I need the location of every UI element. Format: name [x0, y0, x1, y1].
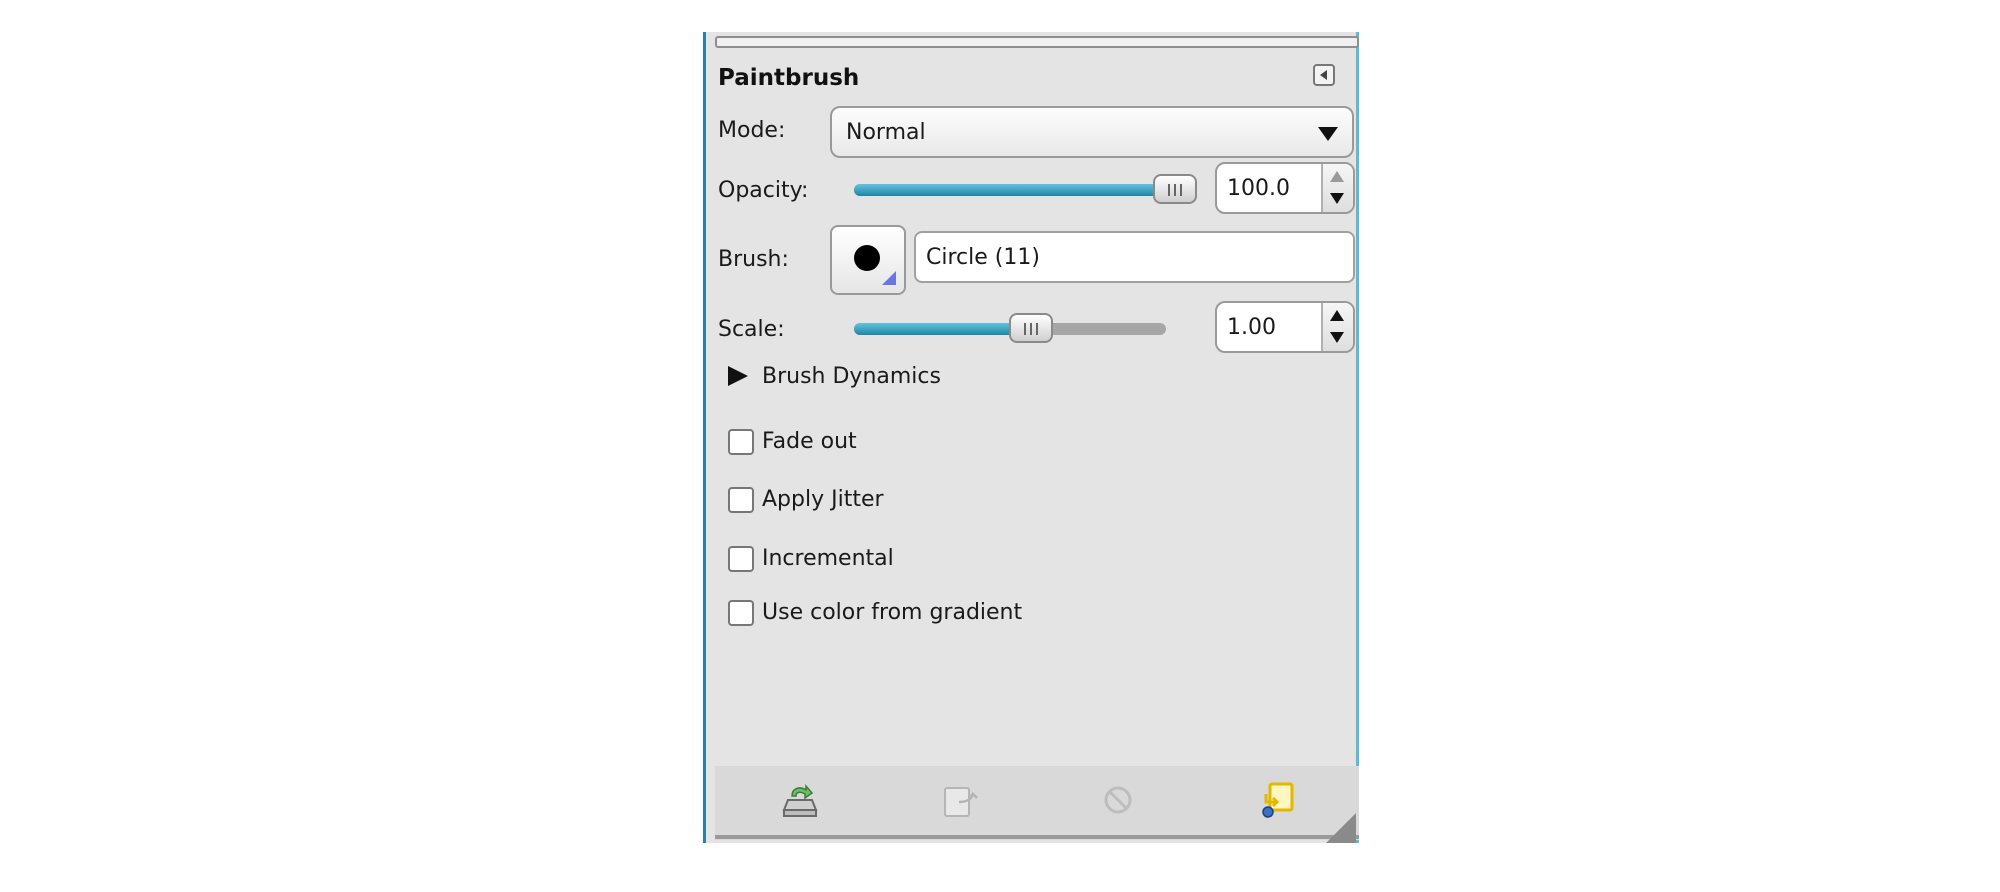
decrement-arrow-icon[interactable]	[1330, 332, 1344, 343]
restore-options-icon	[944, 787, 978, 817]
increment-arrow-icon[interactable]	[1330, 310, 1344, 321]
opacity-value: 100.0	[1227, 176, 1290, 201]
tool-options-panel: Paintbrush Mode: Normal Opacity: 100.0 B…	[703, 32, 1359, 843]
tool-options-button-bar	[715, 766, 1359, 840]
apply-jitter-label: Apply Jitter	[762, 487, 884, 512]
dock-tab-handle[interactable]	[715, 36, 1359, 48]
scale-value: 1.00	[1227, 315, 1276, 340]
delete-options-icon	[1104, 786, 1132, 814]
collapse-left-icon[interactable]	[1313, 64, 1335, 86]
reset-options-icon	[1262, 782, 1294, 818]
dropdown-arrow-icon	[1318, 127, 1338, 141]
incremental-label: Incremental	[762, 546, 894, 571]
decrement-arrow-icon[interactable]	[1330, 193, 1344, 204]
save-options-button[interactable]	[778, 780, 822, 820]
delete-options-button	[1096, 780, 1140, 820]
expand-arrow-icon[interactable]	[728, 366, 748, 386]
checkbox-box[interactable]	[728, 429, 754, 455]
opacity-spinbutton[interactable]: 100.0	[1215, 162, 1355, 214]
scale-slider[interactable]	[854, 313, 1166, 343]
brush-preview-button[interactable]	[830, 225, 906, 295]
scale-spinbutton[interactable]: 1.00	[1215, 301, 1355, 353]
mode-label: Mode:	[718, 118, 786, 143]
opacity-slider-handle[interactable]	[1153, 174, 1197, 204]
scale-stepper[interactable]	[1321, 303, 1353, 351]
mode-value: Normal	[846, 120, 926, 145]
checkbox-box[interactable]	[728, 546, 754, 572]
reset-options-button[interactable]	[1256, 780, 1300, 820]
brush-dynamics-label: Brush Dynamics	[762, 364, 941, 389]
opacity-slider[interactable]	[854, 174, 1197, 204]
brush-label: Brush:	[718, 247, 789, 272]
popup-corner-icon	[882, 271, 896, 285]
opacity-stepper[interactable]	[1321, 164, 1353, 212]
resize-grip-icon[interactable]	[1326, 813, 1356, 843]
opacity-slider-fill	[854, 184, 1175, 196]
panel-title: Paintbrush	[718, 65, 860, 91]
circle-brush-icon	[854, 245, 880, 271]
restore-options-button	[937, 780, 981, 820]
brush-name-value: Circle (11)	[926, 245, 1040, 270]
scale-label: Scale:	[718, 317, 785, 342]
fade-out-label: Fade out	[762, 429, 857, 454]
checkbox-box[interactable]	[728, 487, 754, 513]
use-color-from-gradient-label: Use color from gradient	[762, 600, 1023, 625]
increment-arrow-icon[interactable]	[1330, 171, 1344, 182]
bottom-border	[715, 835, 1359, 839]
scale-slider-handle[interactable]	[1009, 313, 1053, 343]
mode-dropdown[interactable]: Normal	[830, 106, 1354, 158]
scale-slider-fill	[854, 323, 1031, 335]
checkbox-box[interactable]	[728, 600, 754, 626]
brush-name-field[interactable]: Circle (11)	[914, 231, 1355, 283]
save-options-icon	[782, 783, 818, 817]
opacity-label: Opacity:	[718, 178, 809, 203]
